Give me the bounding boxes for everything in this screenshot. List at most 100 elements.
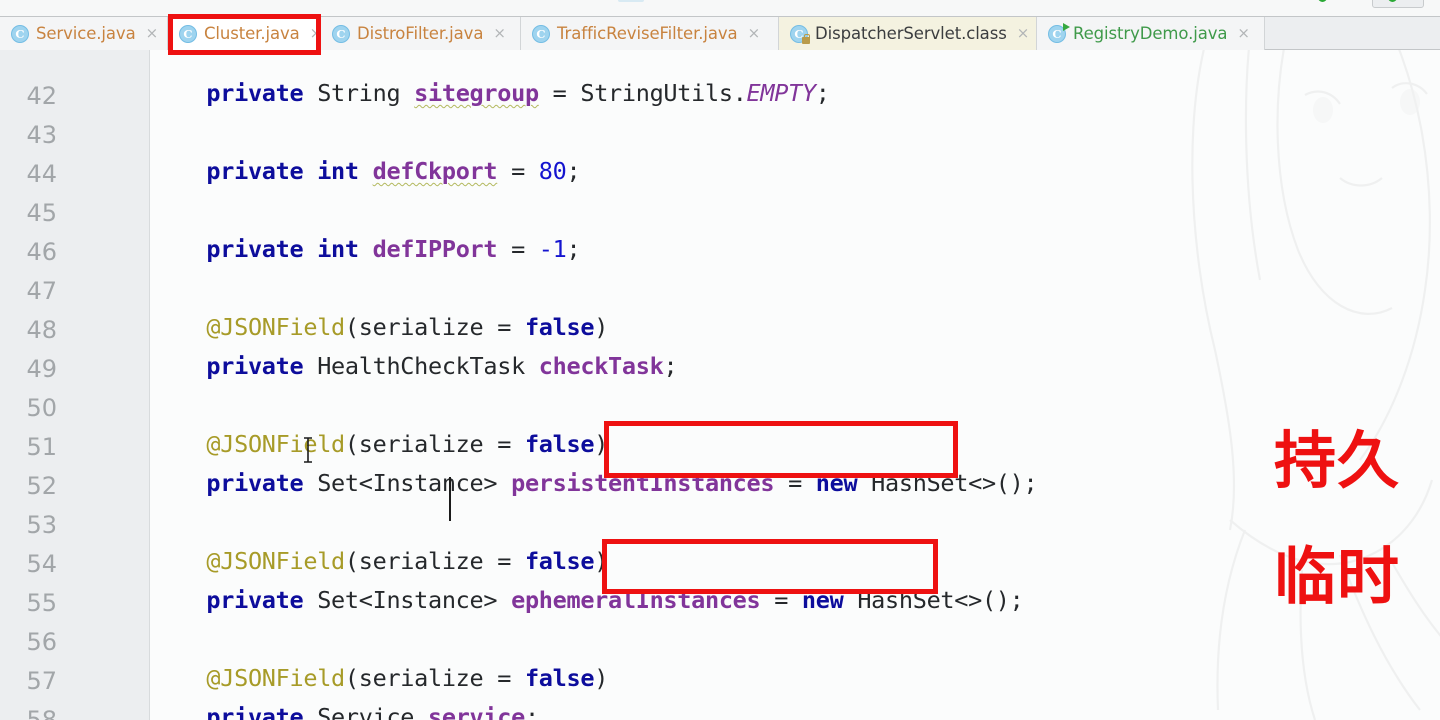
breadcrumb-separator: / [78,0,82,3]
breadcrumb-strip: / / / / / / / / / [0,0,1440,17]
code-line-57[interactable]: @JSONField(serialize = false) [151,664,609,692]
toolbar-button[interactable] [1372,0,1424,8]
line-number[interactable]: 44 [0,162,57,186]
line-number[interactable]: 42 [0,84,57,108]
code-token: private [206,352,304,380]
code-content[interactable]: private String sitegroup = StringUtils.E… [151,50,1440,720]
code-line-52[interactable]: private Set<Instance> persistentInstance… [151,469,1037,497]
code-line-51[interactable]: @JSONField(serialize = false) [151,430,608,458]
line-number[interactable]: 48 [0,318,57,342]
code-token: private [206,157,304,185]
code-token: -1 [538,235,567,263]
code-token: = [774,469,816,497]
code-token: @JSONField [206,430,345,458]
code-token: ( [344,430,359,458]
code-token: ) [594,313,609,341]
code-line-58[interactable]: private Service service; [151,703,539,720]
run-status-dot-icon[interactable] [1318,0,1327,2]
close-icon[interactable]: × [748,26,761,41]
code-token: checkTask [538,352,664,380]
code-token: ; [566,235,581,263]
editor-tab-trafficrevisefilter-java[interactable]: C TrafficReviseFilter.java × [521,17,779,50]
close-icon[interactable]: × [1237,26,1250,41]
code-token: 80 [538,157,567,185]
code-line-54[interactable]: @JSONField(serialize = false) [151,547,608,575]
line-number[interactable]: 45 [0,201,57,225]
line-number[interactable]: 55 [0,591,57,615]
icon-letter: C [15,26,25,41]
line-number[interactable]: 53 [0,513,57,537]
code-token: String [317,79,401,107]
code-token: defIPPort [372,235,498,263]
editor-tab-cluster-java[interactable]: C Cluster.java × [168,17,322,50]
breadcrumb-separator: / [412,0,416,3]
line-number[interactable]: 54 [0,552,57,576]
code-token: EMPTY [746,79,817,107]
line-number[interactable]: 49 [0,357,57,381]
code-token: ; [663,352,678,380]
code-line-55[interactable]: private Set<Instance> ephemeralInstances… [151,586,1023,614]
breadcrumb-selected-chip[interactable] [618,0,644,2]
breadcrumb-separator: / [1330,0,1334,3]
code-token: ; [566,157,581,185]
code-token: @JSONField [206,313,345,341]
line-number[interactable]: 51 [0,435,57,459]
code-token: private [206,703,304,720]
editor-tab-service-java[interactable]: C Service.java × [0,17,168,50]
breadcrumb[interactable]: / / / / / / / / / [0,0,1440,16]
line-number[interactable]: 58 [0,708,57,720]
editor-tab-registrydemo-java[interactable]: C RegistryDemo.java × [1037,17,1265,50]
code-token: private [206,469,304,497]
code-line-46[interactable]: private int defIPPort = -1; [151,235,581,263]
text-caret [449,477,451,521]
line-number[interactable]: 47 [0,279,57,303]
code-token: private [206,79,304,107]
code-token: ephemeralInstances [511,586,761,614]
code-token: HealthCheckTask [317,352,525,380]
code-token: ; [815,79,830,107]
code-token: = [483,547,525,575]
close-icon[interactable]: × [1017,26,1030,41]
java-class-icon: C [179,24,197,43]
code-token: false [524,313,595,341]
line-number[interactable]: 50 [0,396,57,420]
line-number-gutter[interactable]: 42 43 44 45 46 47 48 49 50 51 52 53 54 55 56 57 58 [0,50,150,720]
editor-tab-dispatcherservlet-class[interactable]: C DispatcherServlet.class × [779,17,1037,50]
tab-label: DispatcherServlet.class [815,24,1007,43]
code-line-49[interactable]: private HealthCheckTask checkTask; [151,352,678,380]
code-token: @JSONField [206,664,345,692]
code-token: Set<Instance> [317,469,498,497]
code-line-42[interactable]: private String sitegroup = StringUtils.E… [151,79,830,107]
code-token: int [317,235,359,263]
line-number[interactable]: 57 [0,669,57,693]
breadcrumb-separator: / [806,0,810,3]
code-token: Service [317,703,415,720]
line-number[interactable]: 56 [0,630,57,654]
editor-tab-distrofilter-java[interactable]: C DistroFilter.java × [321,17,521,50]
line-number[interactable]: 46 [0,240,57,264]
code-token: false [524,664,595,692]
close-icon[interactable]: × [146,26,159,41]
code-line-44[interactable]: private int defCkport = 80; [151,157,581,185]
code-editor[interactable]: 42 43 44 45 46 47 48 49 50 51 52 53 54 55 56 57 58 priva… [0,50,1440,720]
code-token: ( [344,664,359,692]
tab-label: Cluster.java [204,24,300,43]
code-token: ) [594,664,609,692]
close-icon[interactable]: × [493,26,506,41]
code-token: serialize [358,313,484,341]
line-number[interactable]: 52 [0,474,57,498]
line-number[interactable]: 43 [0,123,57,147]
code-line-48[interactable]: @JSONField(serialize = false) [151,313,609,341]
editor-tab-bar[interactable]: C Service.java × C Cluster.java × C DistroFilte… [0,17,1440,50]
code-token: new [815,469,858,497]
